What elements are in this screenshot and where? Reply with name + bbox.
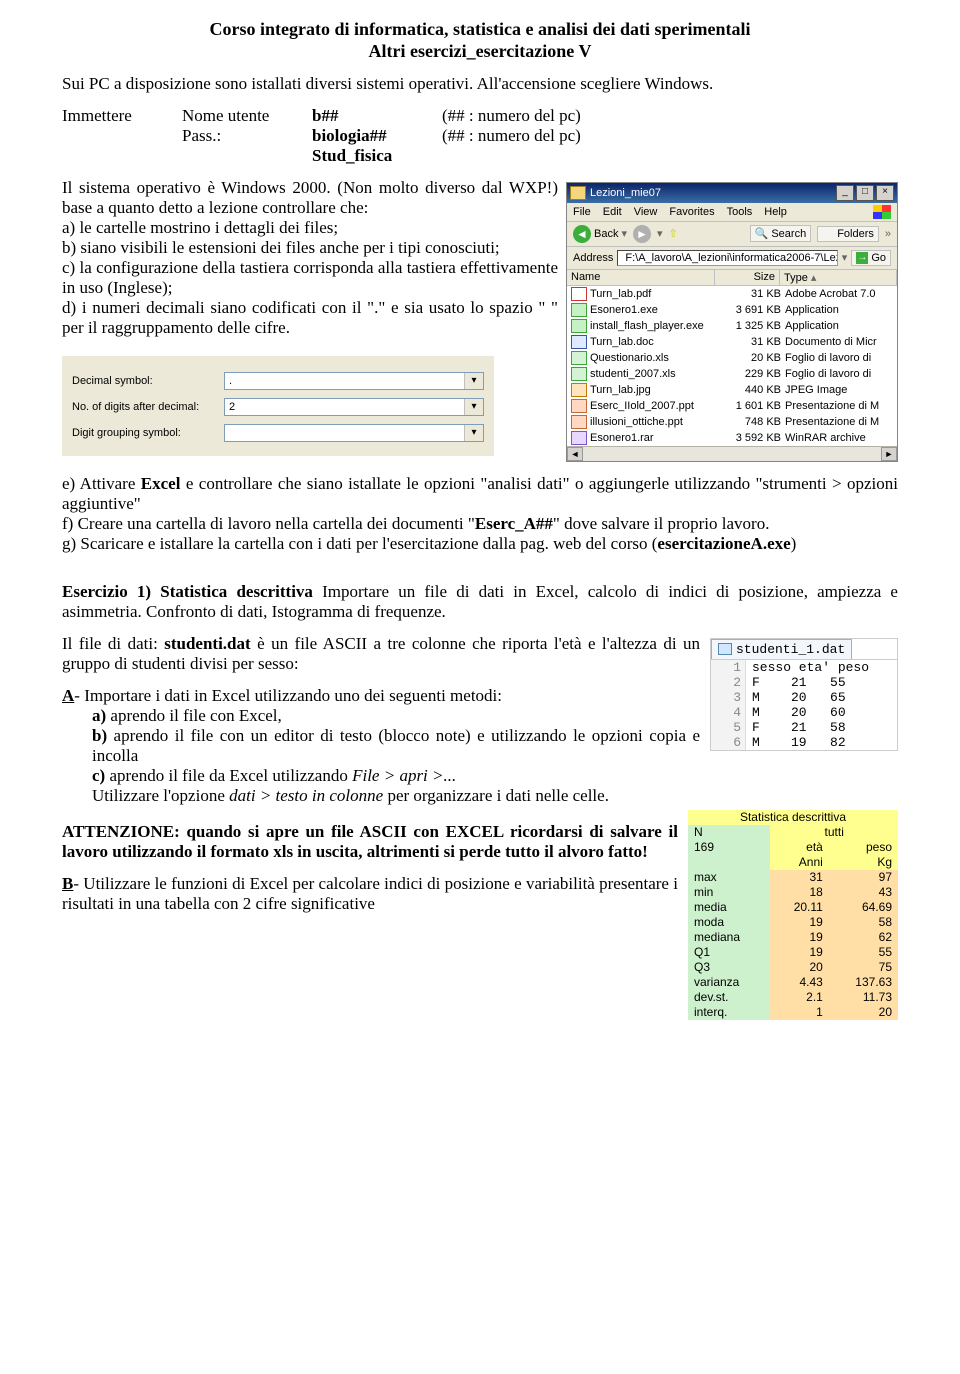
credential-row-2: Pass.: biologia## (## : numero del pc) — [62, 126, 898, 146]
file-row[interactable]: Eserc_IIold_2007.ppt1 601 KBPresentazion… — [567, 398, 897, 414]
folder-icon — [822, 229, 834, 239]
explorer-window: Lezioni_mie07 _ □ × File Edit View Favor… — [566, 182, 898, 462]
file-row[interactable]: Esonero1.rar3 592 KBWinRAR archive — [567, 430, 897, 446]
decimal-symbol-label: Decimal symbol: — [72, 375, 224, 387]
credential-row-1: Immettere Nome utente b## (## : numero d… — [62, 106, 898, 126]
digit-grouping-input[interactable] — [225, 425, 464, 441]
folders-button[interactable]: Folders — [817, 226, 879, 242]
window-title: Lezioni_mie07 — [590, 187, 661, 199]
descriptive-stats-table: Statistica descrittivaNtutti169etàpesoAn… — [688, 810, 898, 1020]
editor-line: 3M 20 65 — [711, 690, 897, 705]
address-label: Address — [573, 252, 613, 264]
window-titlebar: Lezioni_mie07 _ □ × — [567, 183, 897, 203]
col-size[interactable]: Size — [715, 270, 780, 285]
menu-tools[interactable]: Tools — [727, 206, 753, 218]
file-row[interactable]: Turn_lab.pdf31 KBAdobe Acrobat 7.0 — [567, 286, 897, 302]
file-icon — [718, 643, 732, 655]
file-row[interactable]: Turn_lab.jpg440 KBJPEG Image — [567, 382, 897, 398]
intro-paragraph: Sui PC a disposizione sono istallati div… — [62, 74, 898, 94]
text-editor-window: studenti_1.dat 1sesso eta' peso2F 21 553… — [710, 638, 898, 751]
address-bar: Address F:\A_lavoro\A_lezioni\informatic… — [567, 247, 897, 270]
editor-line: 4M 20 60 — [711, 705, 897, 720]
menu-help[interactable]: Help — [764, 206, 787, 218]
digits-after-decimal-input[interactable] — [225, 399, 464, 415]
digits-after-decimal-label: No. of digits after decimal: — [72, 401, 224, 413]
menu-favorites[interactable]: Favorites — [669, 206, 714, 218]
editor-line: 2F 21 55 — [711, 675, 897, 690]
file-list: Turn_lab.pdf31 KBAdobe Acrobat 7.0Esoner… — [567, 286, 897, 446]
col-type[interactable]: Type ▴ — [780, 270, 897, 285]
minimize-button[interactable]: _ — [836, 185, 854, 201]
file-row[interactable]: install_flash_player.exe1 325 KBApplicat… — [567, 318, 897, 334]
go-icon: → — [856, 252, 868, 264]
search-button[interactable]: 🔍Search — [750, 225, 812, 242]
editor-line: 6M 19 82 — [711, 735, 897, 750]
forward-button[interactable]: ► — [633, 225, 651, 243]
file-row[interactable]: illusioni_ottiche.ppt748 KBPresentazione… — [567, 414, 897, 430]
exercise-1-heading: Esercizio 1) Statistica descrittiva Impo… — [62, 582, 898, 622]
regional-settings-panel: Decimal symbol: ▾ No. of digits after de… — [62, 356, 494, 456]
back-button[interactable]: ◄Back▾ — [573, 225, 627, 243]
credential-row-3: Stud_fisica — [62, 146, 898, 166]
menu-file[interactable]: File — [573, 206, 591, 218]
file-row[interactable]: studenti_2007.xls229 KBFoglio di lavoro … — [567, 366, 897, 382]
dropdown-icon[interactable]: ▾ — [464, 373, 483, 389]
close-button[interactable]: × — [876, 185, 894, 201]
menu-bar: File Edit View Favorites Tools Help — [567, 203, 897, 222]
go-button[interactable]: →Go — [851, 250, 891, 266]
chevron-icon[interactable]: » — [885, 228, 891, 240]
toolbar: ◄Back▾ ► ▾ ⇧ 🔍Search Folders » — [567, 222, 897, 247]
doc-title: Corso integrato di informatica, statisti… — [62, 18, 898, 41]
folder-icon — [570, 186, 586, 200]
file-row[interactable]: Esonero1.exe3 691 KBApplication — [567, 302, 897, 318]
maximize-button[interactable]: □ — [856, 185, 874, 201]
horizontal-scrollbar[interactable]: ◄► — [567, 446, 897, 461]
decimal-symbol-input[interactable] — [225, 373, 464, 389]
up-icon[interactable]: ⇧ — [669, 227, 678, 240]
editor-line: 5F 21 58 — [711, 720, 897, 735]
col-name[interactable]: Name — [567, 270, 715, 285]
file-row[interactable]: Turn_lab.doc31 KBDocumento di Micr — [567, 334, 897, 350]
menu-view[interactable]: View — [634, 206, 658, 218]
file-list-header: Name Size Type ▴ — [567, 270, 897, 286]
dropdown-icon[interactable]: ▾ — [464, 399, 483, 415]
editor-line: 1sesso eta' peso — [711, 660, 897, 675]
digit-grouping-label: Digit grouping symbol: — [72, 427, 224, 439]
file-row[interactable]: Questionario.xls20 KBFoglio di lavoro di — [567, 350, 897, 366]
menu-edit[interactable]: Edit — [603, 206, 622, 218]
address-input[interactable]: F:\A_lavoro\A_lezioni\informatica2006-7\… — [617, 250, 837, 266]
dropdown-icon[interactable]: ▾ — [464, 425, 483, 441]
windows-logo-icon — [873, 205, 891, 219]
editor-tab[interactable]: studenti_1.dat — [711, 639, 852, 659]
editor-body: 1sesso eta' peso2F 21 553M 20 654M 20 60… — [711, 660, 897, 750]
instructions-efg: e) Attivare Excel e controllare che sian… — [62, 474, 898, 554]
search-icon: 🔍 — [755, 227, 769, 240]
dropdown-icon[interactable]: ▾ — [842, 251, 848, 264]
doc-subtitle: Altri esercizi_esercitazione V — [62, 41, 898, 62]
